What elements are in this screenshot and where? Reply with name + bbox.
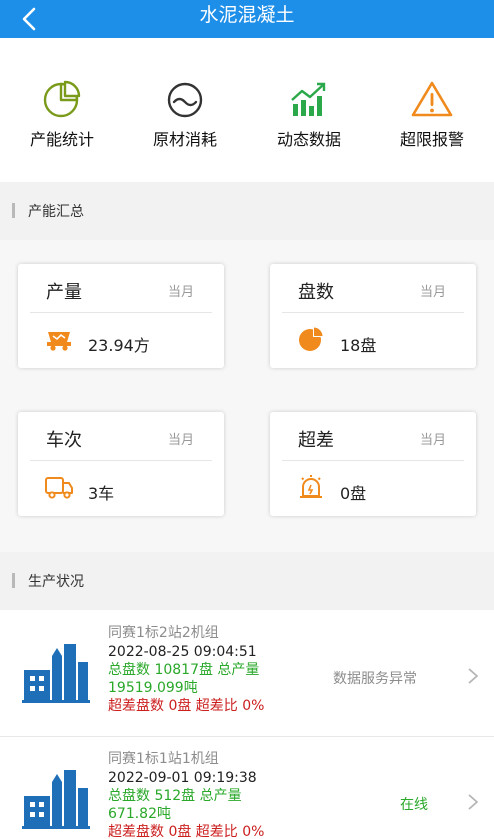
alarm-icon: [300, 475, 322, 498]
station-name: 同赛1标1站1机组: [108, 751, 219, 767]
section-header-summary: 产能汇总: [0, 182, 494, 240]
card-divider: [30, 312, 212, 313]
card-name: 车次: [46, 430, 82, 451]
bowl-wave-icon: [167, 82, 203, 118]
station-time: 2022-09-01 09:19:38: [108, 770, 257, 786]
card-period: 当月: [167, 285, 194, 300]
app-header: 水泥混凝土: [0, 0, 494, 38]
card-trips[interactable]: 车次 当月 3车: [18, 412, 224, 516]
chevron-right-icon: [468, 794, 478, 810]
section-marker: [12, 573, 15, 588]
station-over-limit: 超差盘数 0盘 超差比 0%: [108, 824, 265, 839]
station-list: 同赛1标2站2机组 2022-08-25 09:04:51 总盘数 10817盘…: [0, 612, 494, 839]
card-batches[interactable]: 盘数 当月 18盘: [270, 264, 476, 368]
card-name: 盘数: [298, 282, 334, 303]
card-value: 3车: [88, 484, 115, 503]
card-divider: [282, 312, 464, 313]
card-divider: [30, 460, 212, 461]
quick-action-label: 产能统计: [29, 130, 94, 149]
quick-actions: 产能统计 原材消耗 动态数据 超限报警: [0, 38, 494, 182]
quick-action-capacity-stats[interactable]: 产能统计: [2, 80, 122, 150]
card-period: 当月: [419, 433, 446, 448]
station-totals: 总盘数 512盘 总产量: [108, 788, 242, 804]
quick-action-label: 原材消耗: [152, 130, 217, 149]
card-over-limit[interactable]: 超差 当月 0盘: [270, 412, 476, 516]
trend-chart-icon: [291, 82, 326, 116]
quick-action-over-limit-alarm[interactable]: 超限报警: [372, 80, 492, 150]
card-name: 产量: [46, 282, 82, 303]
quick-action-label: 超限报警: [399, 130, 464, 149]
section-title: 生产状况: [28, 574, 84, 590]
chevron-right-icon: [468, 668, 478, 684]
quick-action-material-consumption[interactable]: 原材消耗: [125, 80, 245, 150]
card-value: 23.94方: [88, 336, 150, 355]
row-divider: [0, 736, 494, 737]
station-over-limit: 超差盘数 0盘 超差比 0%: [108, 698, 265, 714]
station-row[interactable]: 同赛1标1站1机组 2022-09-01 09:19:38 总盘数 512盘 总…: [0, 738, 494, 839]
station-info: 同赛1标1站1机组 2022-09-01 09:19:38 总盘数 512盘 总…: [108, 750, 348, 839]
station-info: 同赛1标2站2机组 2022-08-25 09:04:51 总盘数 10817盘…: [108, 624, 348, 716]
quick-action-label: 动态数据: [276, 130, 341, 149]
page-title: 水泥混凝土: [199, 4, 295, 26]
card-period: 当月: [167, 433, 194, 448]
card-name: 超差: [298, 430, 334, 451]
station-time: 2022-08-25 09:04:51: [108, 644, 257, 660]
card-value: 18盘: [340, 336, 377, 355]
section-header-production: 生产状况: [0, 552, 494, 610]
quick-action-dynamic-data[interactable]: 动态数据: [249, 80, 369, 150]
card-value: 0盘: [340, 484, 367, 503]
card-output[interactable]: 产量 当月 23.94方: [18, 264, 224, 368]
station-name: 同赛1标2站2机组: [108, 625, 219, 641]
section-title: 产能汇总: [28, 204, 84, 220]
section-marker: [12, 203, 15, 218]
truck-icon: [45, 477, 73, 499]
card-divider: [282, 460, 464, 461]
mixer-truck-icon: [47, 332, 71, 351]
building-icon: [22, 644, 90, 703]
station-output: 671.82吨: [108, 806, 171, 822]
station-status: 数据服务异常: [333, 671, 417, 687]
card-period: 当月: [419, 285, 446, 300]
warning-triangle-icon: [411, 81, 453, 117]
pie-chart-icon: [43, 80, 81, 118]
building-icon: [22, 770, 90, 829]
station-row[interactable]: 同赛1标2站2机组 2022-08-25 09:04:51 总盘数 10817盘…: [0, 612, 494, 737]
station-output: 19519.099吨: [108, 680, 198, 696]
station-totals: 总盘数 10817盘 总产量: [108, 662, 260, 678]
pie-icon: [299, 326, 324, 351]
summary-cards: 产量 当月 23.94方 盘数 当月 18盘 车次 当月 3车 超差 当月 0盘: [0, 240, 494, 552]
station-status: 在线: [400, 797, 428, 813]
